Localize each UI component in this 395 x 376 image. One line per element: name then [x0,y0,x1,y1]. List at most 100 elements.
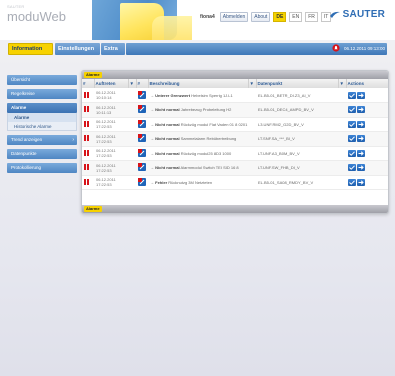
occurrence-cell: 06.12.2011 17:22:53 [94,175,128,190]
language-en[interactable]: EN [289,12,303,22]
spacer-cell [248,103,256,118]
goto-datapoint-button[interactable] [357,178,365,186]
alarm-time: 10:10:14 [96,95,112,100]
panel-footer-badge: Alarme [84,206,102,212]
alarm-type: Nicht normal [155,121,180,127]
goto-datapoint-button[interactable] [357,149,365,157]
sidebar-subitem-alarme[interactable]: Alarme [7,113,77,122]
spacer-cell [248,117,256,132]
tab-information[interactable]: Information [8,43,53,55]
goto-datapoint-button[interactable] [357,91,365,99]
acknowledge-button[interactable] [348,149,356,157]
acknowledge-button[interactable] [348,135,356,143]
datapoint-cell: L3.UNF.RM2_G2D_BV_V [256,117,338,132]
acknowledge-button[interactable] [348,106,356,114]
table-row[interactable]: 06.12.2011 17:22:53 → Nicht normal Sammela… [82,131,388,147]
col-sort-auftreten[interactable]: ▼ [128,79,137,88]
acknowledge-button[interactable] [348,91,356,99]
col-state[interactable]: # [136,79,149,88]
about-link[interactable]: About [251,12,271,22]
priority-cell [82,132,94,147]
table-row[interactable]: 06.12.2011 17:22:53 → Fehler Rücknutzg 3M … [82,175,388,190]
sidebar-item-datenpunkte[interactable]: Datenpunkte [7,149,77,159]
occurrence-cell: 06.12.2011 10:10:14 [94,88,128,103]
priority-cell [82,161,94,176]
col-sort-beschreibung[interactable]: ▼ [248,79,257,88]
goto-datapoint-button[interactable] [357,120,365,128]
spacer-cell [248,88,256,103]
datapoint-cell: LT.UNF.A3_B0M_BV_V [256,146,338,161]
spacer-cell [338,175,346,190]
state-cell [136,161,148,176]
alarm-description: Hebelsim Sperrig 1J.L1 [191,92,233,98]
table-row[interactable]: 06.12.2011 17:22:53 → Nicht normal Rückzüg… [82,146,388,161]
spacer-cell [128,161,136,176]
spacer-cell [338,146,346,161]
occurrence-cell: 06.12.2011 10:11:13 [94,103,128,118]
panel-footer: Alarme [82,205,388,213]
col-priority[interactable]: # [82,79,95,88]
current-datetime: 06.12.2011 09:13:00 [344,45,385,51]
spacer-cell [128,88,136,103]
alarm-type: Unterer Grenzwert [155,92,191,98]
alarm-type: Fehler [155,179,168,185]
table-row[interactable]: 06.12.2011 10:10:14 → Unterer Grenzwert He… [82,88,388,103]
chevron-right-icon: › [72,137,74,143]
tab-einstellungen[interactable]: Einstellungen [55,43,100,55]
goto-datapoint-button[interactable] [357,164,365,172]
top-links: fiona4 Abmelden About DE EN FR IT [200,12,332,22]
alarm-datapoint: LT.SNF.SA_***_BI_V [258,136,295,142]
alarm-state-icon [138,148,146,157]
spacer-cell [338,88,346,103]
priority-bars-icon [84,91,90,98]
datapoint-cell: EL.B5-01_DEC4_AMPD_BV_V [256,103,338,118]
state-cell [136,117,148,132]
alarm-time: 17:22:53 [96,124,112,130]
alarm-bell-icon[interactable] [332,44,340,52]
acknowledge-button[interactable] [348,120,356,128]
col-auftreten[interactable]: Auftreten [94,79,129,88]
language-de[interactable]: DE [273,12,287,22]
alarm-type: Nicht normal [155,136,180,142]
spacer-cell [128,175,136,190]
table-row[interactable]: 06.12.2011 17:22:53 → Nicht normal Alarmmo… [82,160,388,176]
logout-link[interactable]: Abmelden [219,12,249,22]
alarm-time: 17:22:53 [96,153,112,159]
priority-bars-icon [84,178,90,185]
spacer-cell [128,117,136,132]
priority-cell [82,88,94,103]
header-decoration-yellow-2 [152,16,192,40]
sidebar-item-regelkreise[interactable]: Regelkreise [7,89,77,99]
col-sort-datenpunkt[interactable]: ▼ [338,79,347,88]
col-datenpunkt[interactable]: Datenpunkt [256,79,339,88]
alarm-type: Nicht normal [155,150,180,156]
table-row[interactable]: 06.12.2011 17:22:53 → Nicht normal Rückzüg… [82,117,388,132]
sidebar-subitem-historische-alarme[interactable]: Historische Alarme [7,122,77,131]
col-beschreibung[interactable]: Beschreibung [148,79,249,88]
priority-cell [82,117,94,132]
tab-extra[interactable]: Extra [101,43,125,55]
table-row[interactable]: 06.12.2011 10:11:13 → Nicht normal Jahrebe… [82,102,388,118]
acknowledge-button[interactable] [348,164,356,172]
sidebar-item-protokollierung[interactable]: Protokollierung [7,163,77,173]
goto-datapoint-button[interactable] [357,135,365,143]
occurrence-cell: 06.12.2011 17:22:53 [94,132,128,147]
priority-bars-icon [84,164,90,171]
goto-datapoint-button[interactable] [357,106,365,114]
sidebar-item-uebersicht[interactable]: Übersicht [7,75,77,85]
actions-cell [346,88,388,103]
alarm-panel: Alarme # Auftreten ▼ # Beschreibung ▼ Da… [81,70,389,214]
actions-cell [346,161,388,176]
state-cell [136,132,148,147]
language-fr[interactable]: FR [305,12,318,22]
state-cell [136,146,148,161]
acknowledge-button[interactable] [348,178,356,186]
alarm-table: # Auftreten ▼ # Beschreibung ▼ Datenpunk… [82,79,388,190]
alarm-type: Nicht normal [155,107,180,113]
description-cell: → Nicht normal Rückzüg modul Flat Vaden … [150,121,248,127]
spacer-cell [248,161,256,176]
spacer-cell [338,117,346,132]
alarm-time: 17:22:53 [96,138,112,144]
sidebar-item-alarme[interactable]: Alarme [7,103,77,113]
sidebar-item-trend[interactable]: Trend anzeigen › [7,135,77,145]
